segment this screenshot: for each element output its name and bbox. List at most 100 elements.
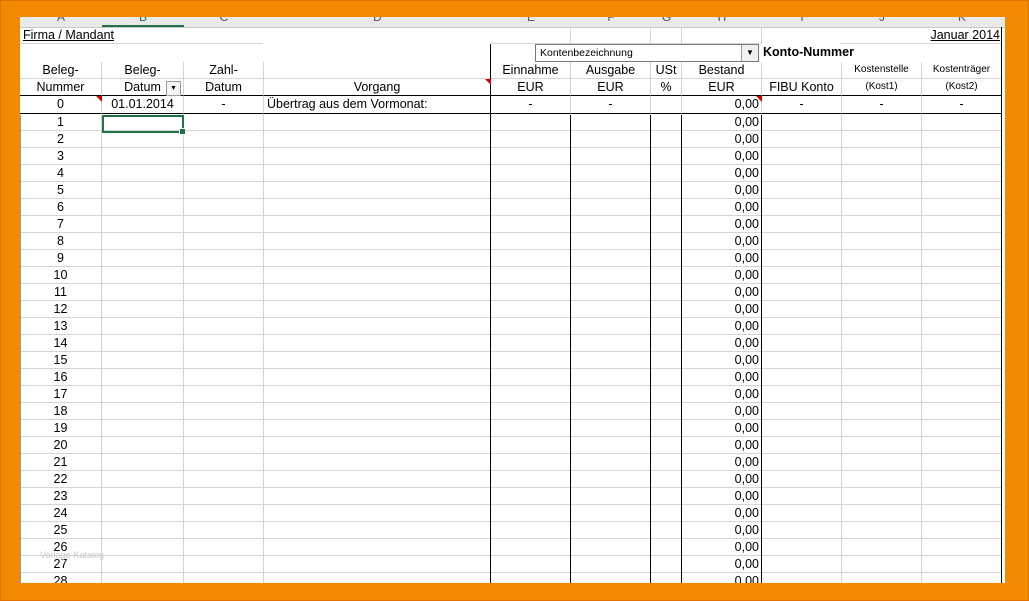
table-cell[interactable] <box>491 488 571 505</box>
table-cell[interactable] <box>184 250 264 267</box>
spreadsheet[interactable]: ABCDEFGHIJK Firma / Mandant Januar 2014 … <box>20 17 1005 583</box>
table-cell[interactable] <box>491 131 571 148</box>
table-cell[interactable] <box>651 114 682 131</box>
table-cell[interactable] <box>571 420 651 437</box>
table-cell[interactable] <box>762 573 842 583</box>
table-cell[interactable] <box>842 488 922 505</box>
table-cell[interactable] <box>842 505 922 522</box>
row-bestand[interactable]: 0,00 <box>682 284 762 301</box>
table-cell[interactable] <box>184 165 264 182</box>
table-cell[interactable] <box>571 199 651 216</box>
table-cell[interactable] <box>762 437 842 454</box>
table-cell[interactable] <box>842 199 922 216</box>
table-cell[interactable] <box>922 505 1002 522</box>
table-cell[interactable] <box>571 471 651 488</box>
table-cell[interactable] <box>762 522 842 539</box>
table-cell[interactable] <box>842 267 922 284</box>
column-letter-d[interactable]: D <box>264 17 491 26</box>
table-cell[interactable] <box>184 318 264 335</box>
table-cell[interactable] <box>651 420 682 437</box>
row-bestand[interactable]: 0,00 <box>682 369 762 386</box>
table-cell[interactable] <box>264 437 491 454</box>
table-cell[interactable] <box>842 437 922 454</box>
table-cell[interactable] <box>102 369 184 386</box>
table-cell[interactable] <box>102 216 184 233</box>
grid-cell[interactable] <box>571 27 651 44</box>
table-cell[interactable] <box>842 556 922 573</box>
table-cell[interactable] <box>922 301 1002 318</box>
table-cell[interactable] <box>264 335 491 352</box>
column-letter-a[interactable]: A <box>20 17 102 26</box>
table-cell[interactable] <box>842 386 922 403</box>
table-cell[interactable] <box>264 216 491 233</box>
row-number[interactable]: 14 <box>20 335 102 352</box>
table-cell[interactable] <box>102 488 184 505</box>
row-bestand[interactable]: 0,00 <box>682 471 762 488</box>
table-cell[interactable] <box>102 352 184 369</box>
table-cell[interactable] <box>491 352 571 369</box>
table-cell[interactable] <box>922 369 1002 386</box>
table-cell[interactable] <box>102 556 184 573</box>
row-number[interactable]: 20 <box>20 437 102 454</box>
table-cell[interactable] <box>102 437 184 454</box>
row-bestand[interactable]: 0,00 <box>682 420 762 437</box>
row-number[interactable]: 16 <box>20 369 102 386</box>
table-cell[interactable] <box>571 488 651 505</box>
table-cell[interactable] <box>571 182 651 199</box>
table-cell[interactable] <box>651 335 682 352</box>
table-cell[interactable] <box>102 182 184 199</box>
row-number[interactable]: 13 <box>20 318 102 335</box>
table-cell[interactable] <box>571 573 651 583</box>
table-cell[interactable] <box>571 318 651 335</box>
row0-a[interactable]: 0 <box>20 96 102 114</box>
table-cell[interactable] <box>264 573 491 583</box>
table-cell[interactable] <box>651 369 682 386</box>
table-cell[interactable] <box>102 471 184 488</box>
table-cell[interactable] <box>762 539 842 556</box>
table-cell[interactable] <box>264 505 491 522</box>
table-cell[interactable] <box>102 250 184 267</box>
table-cell[interactable] <box>651 301 682 318</box>
table-cell[interactable] <box>651 284 682 301</box>
table-cell[interactable] <box>922 250 1002 267</box>
table-cell[interactable] <box>571 250 651 267</box>
table-cell[interactable] <box>922 556 1002 573</box>
table-cell[interactable] <box>842 233 922 250</box>
table-cell[interactable] <box>651 471 682 488</box>
table-cell[interactable] <box>842 369 922 386</box>
row-number[interactable]: 2 <box>20 131 102 148</box>
table-cell[interactable] <box>571 284 651 301</box>
row-bestand[interactable]: 0,00 <box>682 165 762 182</box>
row0-h[interactable]: 0,00 <box>682 96 762 114</box>
column-letter-j[interactable]: J <box>842 17 922 26</box>
grid-cell[interactable] <box>491 27 571 44</box>
table-cell[interactable] <box>842 318 922 335</box>
table-cell[interactable] <box>264 386 491 403</box>
table-cell[interactable] <box>842 471 922 488</box>
row-number[interactable]: 12 <box>20 301 102 318</box>
table-cell[interactable] <box>762 250 842 267</box>
table-cell[interactable] <box>491 216 571 233</box>
row-bestand[interactable]: 0,00 <box>682 199 762 216</box>
table-cell[interactable] <box>571 165 651 182</box>
row-number[interactable]: 18 <box>20 403 102 420</box>
table-cell[interactable] <box>571 267 651 284</box>
column-letter-g[interactable]: G <box>651 17 682 26</box>
table-cell[interactable] <box>842 539 922 556</box>
table-cell[interactable] <box>102 131 184 148</box>
table-cell[interactable] <box>102 573 184 583</box>
table-cell[interactable] <box>922 216 1002 233</box>
table-cell[interactable] <box>184 335 264 352</box>
row-number[interactable]: 7 <box>20 216 102 233</box>
table-cell[interactable] <box>762 301 842 318</box>
table-cell[interactable] <box>264 301 491 318</box>
row0-d[interactable]: Übertrag aus dem Vormonat: <box>264 96 491 114</box>
row0-b[interactable]: 01.01.2014 <box>102 96 184 114</box>
row-bestand[interactable]: 0,00 <box>682 505 762 522</box>
table-cell[interactable] <box>491 318 571 335</box>
table-cell[interactable] <box>651 233 682 250</box>
table-cell[interactable] <box>651 522 682 539</box>
column-letter-h[interactable]: H <box>682 17 762 26</box>
table-cell[interactable] <box>922 420 1002 437</box>
table-cell[interactable] <box>102 522 184 539</box>
